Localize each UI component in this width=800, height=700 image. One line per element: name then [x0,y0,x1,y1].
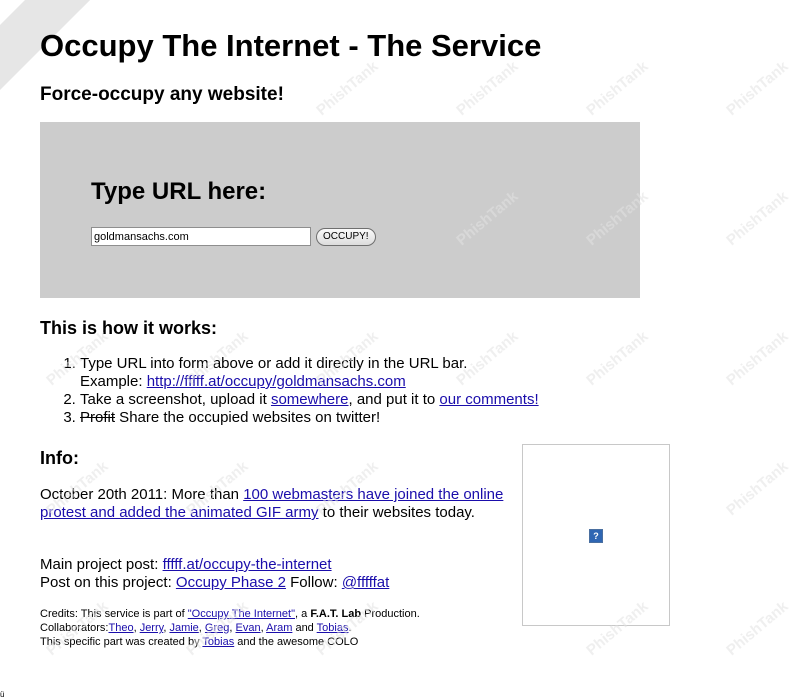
occupy-phase-2-link[interactable]: Occupy Phase 2 [176,574,286,591]
follow-label: Follow: [285,574,342,591]
watermark-text: PhishTank [723,597,792,660]
url-form-box: Type URL here: OCCUPY! [40,122,640,298]
watermark-text: PhishTank [723,327,792,390]
step-1: Type URL into form above or add it direc… [80,355,640,391]
step-1-example-label: Example: [80,373,147,390]
page-title: Occupy The Internet - The Service [40,28,542,63]
watermark-text: PhishTank [453,57,522,120]
watermark-text: PhishTank [723,457,792,520]
page-subtitle: Force-occupy any website! [40,84,284,105]
watermark-text: PhishTank [723,57,792,120]
main-post-label: Main project post: [40,556,163,573]
step-3-text: Share the occupied websites on twitter! [115,409,381,426]
corner-glyph: ü [0,690,5,699]
step-2-prefix: Take a screenshot, upload it [80,391,271,408]
watermark-text: PhishTank [313,57,382,120]
collaborator-link[interactable]: Theo [108,622,133,634]
how-it-works-title: This is how it works: [40,318,218,338]
credits-mid: , a [295,608,311,620]
credits: Credits: This service is part of "Occupy… [40,607,520,649]
and-sep: and [292,622,317,634]
watermark-text: PhishTank [583,57,652,120]
step-3-struck: Profit [80,409,116,426]
project-posts: Main project post: fffff.at/occupy-the-i… [40,556,520,592]
main-post-link[interactable]: fffff.at/occupy-the-internet [163,556,332,573]
occupy-button[interactable]: OCCUPY! [316,228,376,246]
post-label: Post on this project: [40,574,176,591]
watermark-text: PhishTank [723,187,792,250]
somewhere-link[interactable]: somewhere [271,391,349,408]
credits-prefix: Credits: This service is part of [40,608,188,620]
twitter-follow-link[interactable]: @fffffat [342,574,390,591]
collaborator-link[interactable]: Evan [236,622,261,634]
our-comments-link[interactable]: our comments! [439,391,538,408]
url-input[interactable] [91,227,311,246]
step-2: Take a screenshot, upload it somewhere, … [80,391,640,409]
info-date-suffix: to their websites today. [318,504,475,521]
info-text: October 20th 2011: More than 100 webmast… [40,486,510,522]
collaborator-link[interactable]: Jerry [140,622,164,634]
step-1-text: Type URL into form above or add it direc… [80,355,468,372]
broken-image-icon: ? [589,529,603,543]
animated-gif-frame: ? [522,444,670,626]
collaborator-link[interactable]: Aram [266,622,292,634]
step-2-mid: , and put it to [348,391,440,408]
collaborator-link[interactable]: Jamie [169,622,198,634]
info-title: Info: [40,448,79,468]
step-3: Profit Share the occupied websites on tw… [80,409,640,427]
url-form-heading: Type URL here: [91,178,267,205]
